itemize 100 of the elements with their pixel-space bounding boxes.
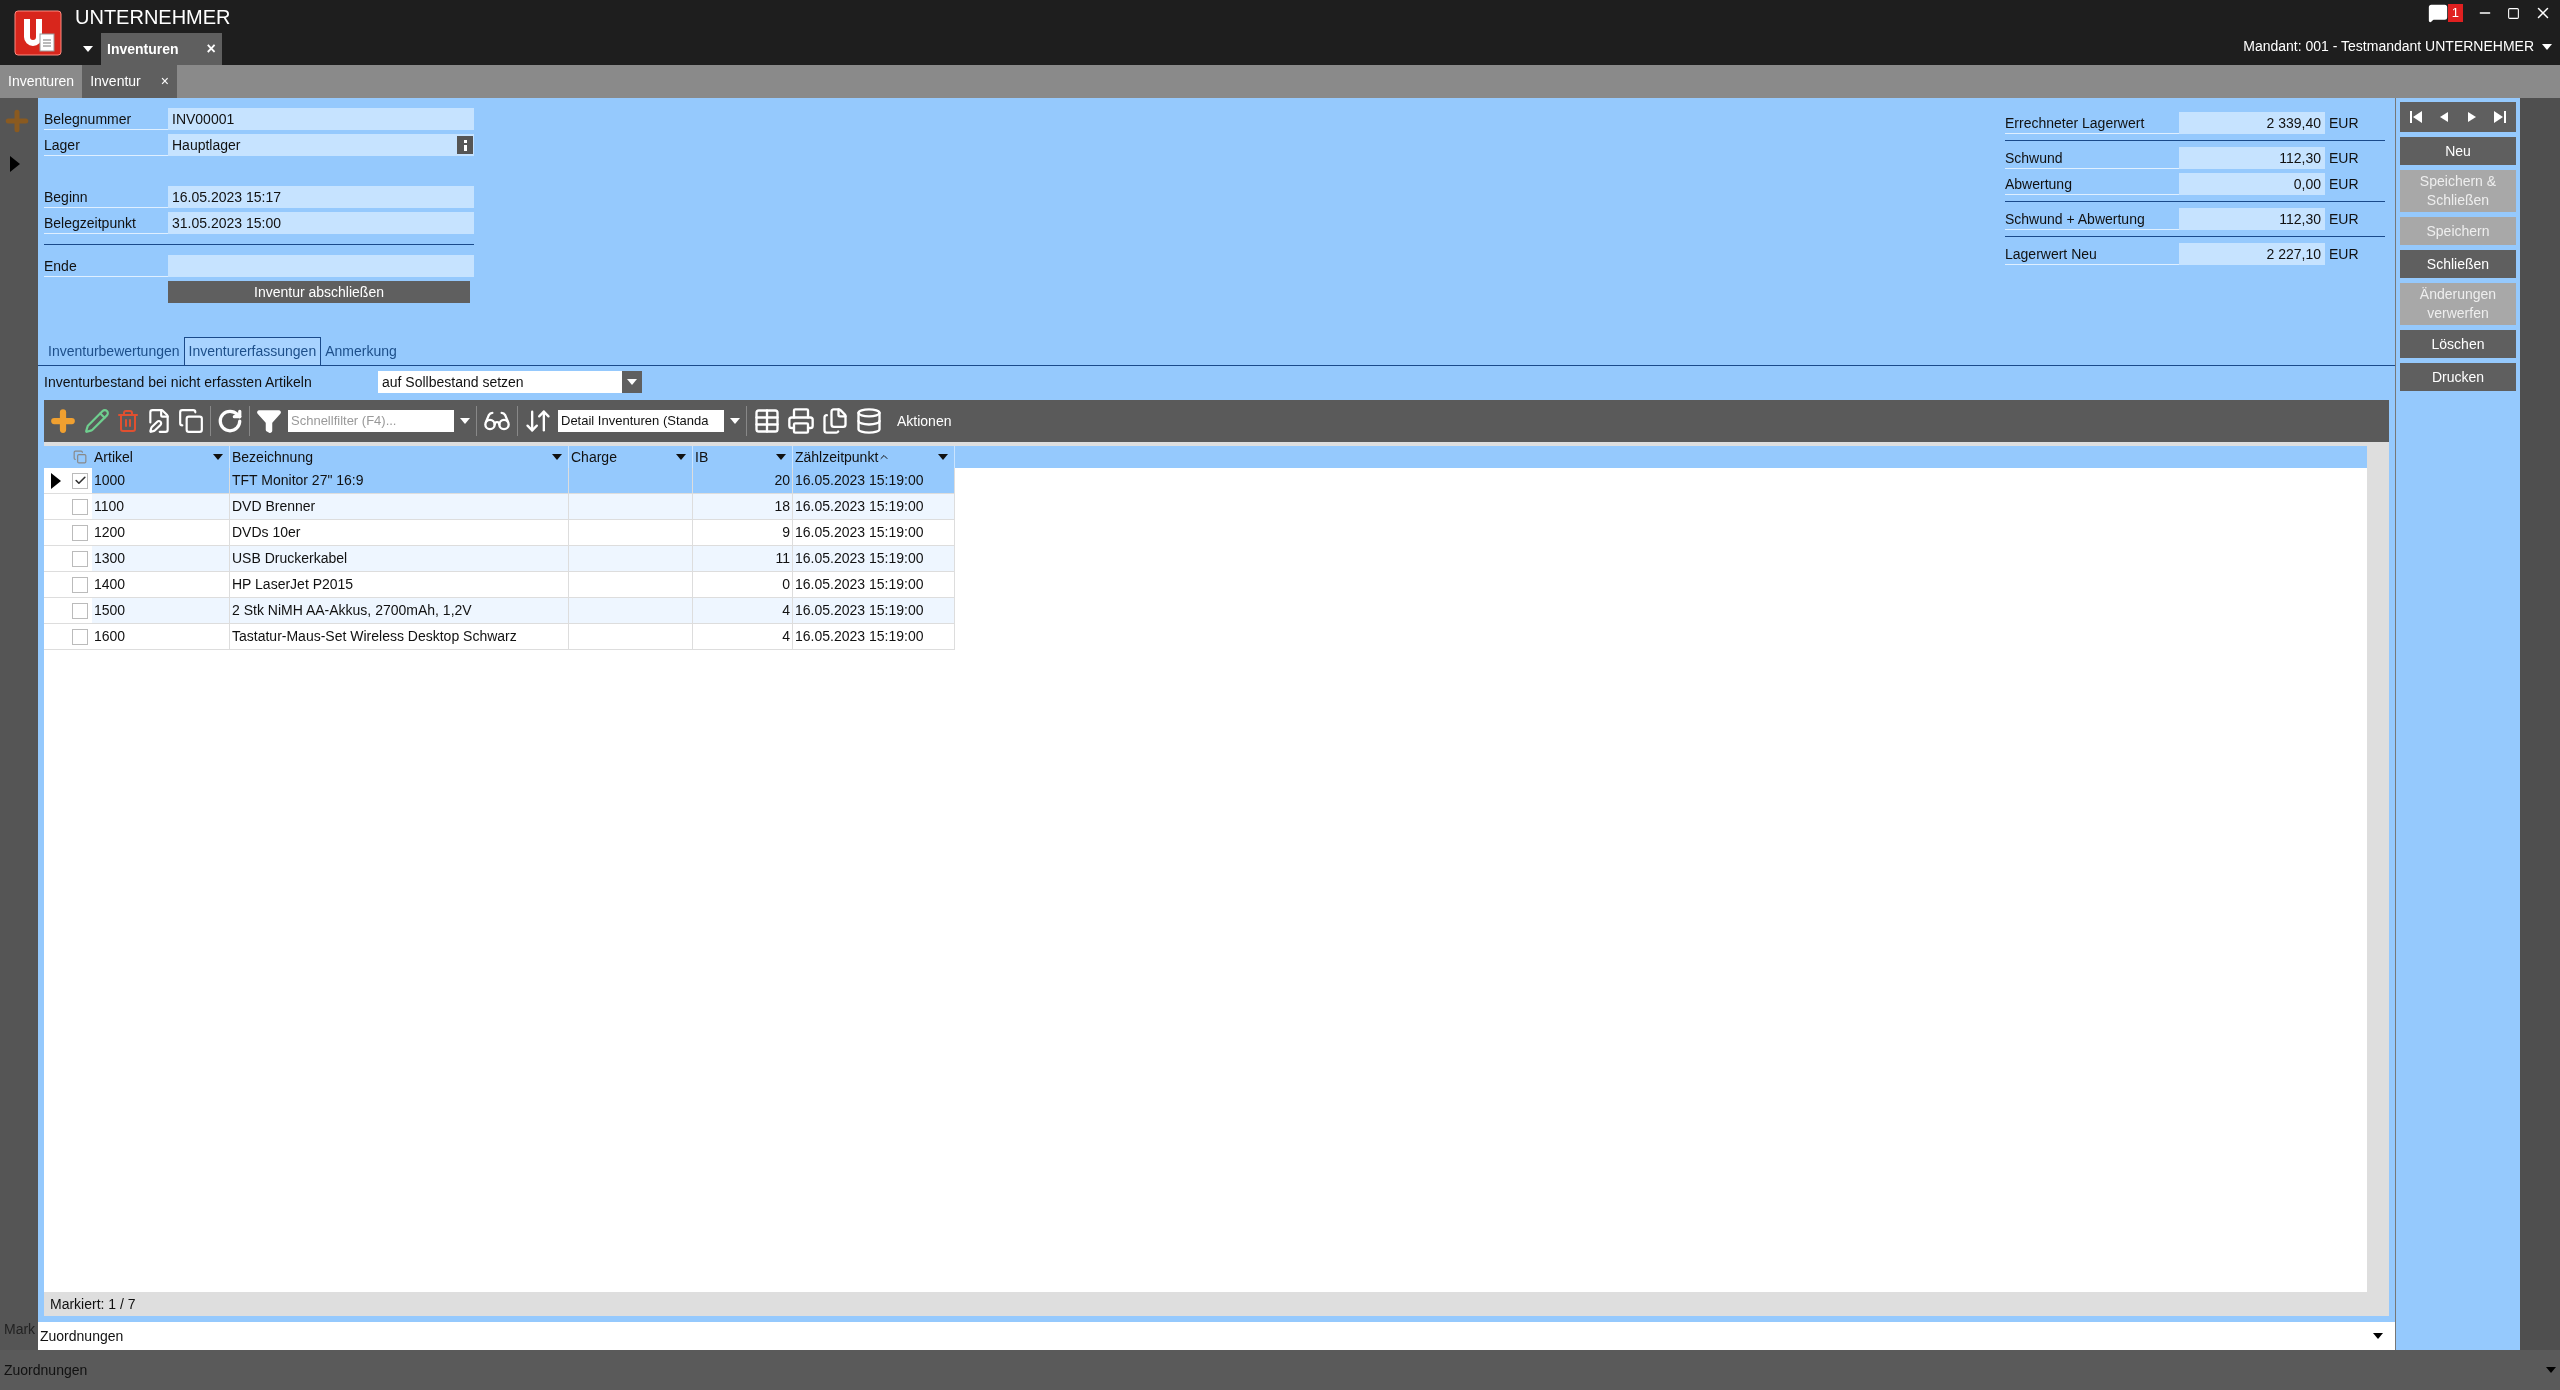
app-title: UNTERNEHMER [75,5,232,30]
form-field[interactable]: INV00001 [168,108,474,130]
app-logo [13,9,62,56]
table-cell-text: 9 [782,523,790,542]
table-cell-text: 1000 [94,471,126,490]
row-checkbox[interactable] [72,498,88,515]
table-cell-text: 1200 [94,523,126,542]
table-cell-text: 4 [782,601,790,620]
dropdown-icon [460,418,470,424]
row-pointer-icon [10,156,20,172]
table-row[interactable]: 1400 HP LaserJet P2015 0 16.05.2023 15:19:00 [44,572,955,598]
action-button[interactable]: Neu [2400,137,2516,165]
currency-label: EUR [2329,209,2359,229]
row-checkbox[interactable] [72,576,88,593]
row-checkbox[interactable] [72,628,88,645]
assignments-label: Zuordnungen [4,1360,88,1380]
table-row[interactable]: 1100 DVD Brenner 18 16.05.2023 15:19:00 [44,494,955,520]
tab[interactable]: Inventurerfassungen [183,337,322,365]
table-cell-text: 20 [774,471,790,490]
last-record-icon[interactable] [2492,109,2508,125]
table-cell-text: 16.05.2023 15:19:00 [795,523,924,542]
dropdown-icon [776,454,786,460]
table-row[interactable]: 1600 Tastatur-Maus-Set Wireless Desktop Schwarz 4 16.05.2023 15:19:00 [44,624,955,650]
database-icon[interactable] [855,407,883,435]
restore-icon[interactable] [2507,6,2520,20]
dropdown-icon [213,454,223,460]
table-cell-text: 1100 [94,497,125,516]
table-icon[interactable] [753,407,781,435]
table-cell-text: 18 [774,497,790,516]
dropdown-icon [2546,1367,2556,1373]
row-checkbox[interactable] [72,472,88,489]
table-cell-text: 1600 [94,627,126,646]
summary-value: 2 227,10 [2179,243,2325,265]
table-cell-text: 2 Stk NiMH AA-Akkus, 2700mAh, 1,2V [232,601,472,620]
table-cell-text: 11 [775,549,790,568]
row-checkbox[interactable] [72,524,88,541]
summary-value: 2 339,40 [2179,112,2325,134]
dropdown-icon [552,454,562,460]
add-icon[interactable] [48,406,78,436]
table-cell-text: 1300 [94,549,126,568]
tab[interactable]: Inventurbewertungen [44,337,184,365]
document-tab[interactable]: Inventur × [82,65,177,98]
table-row[interactable]: 1500 2 Stk NiMH AA-Akkus, 2700mAh, 1,2V 4 16.05.2023 15:19:00 [44,598,955,624]
currency-label: EUR [2329,174,2359,194]
row-checkbox[interactable] [72,602,88,619]
notification-badge: 1 [2447,4,2463,22]
form-field[interactable] [168,255,474,277]
tab[interactable]: Anmerkung [321,337,401,365]
action-button[interactable]: Schließen [2400,250,2516,278]
refresh-icon[interactable] [217,408,243,434]
table-cell-text: 16.05.2023 15:19:00 [795,471,924,490]
option-label: Inventurbestand bei nicht erfassten Artikeln [44,372,313,392]
copy-icon[interactable] [178,408,204,434]
assignments-select[interactable]: Zuordnungen [38,1322,2395,1350]
table-cell-text: 16.05.2023 15:19:00 [795,549,924,568]
row-checkbox[interactable] [72,550,88,567]
edit-document-icon[interactable] [146,408,172,434]
dropdown-icon [676,454,686,460]
mandant-label[interactable]: Mandant: 001 - Testmandant UNTERNEHMER [2243,36,2534,57]
action-button[interactable]: Löschen [2400,330,2516,358]
table-cell-text: 0 [782,575,790,594]
filter-icon[interactable] [256,408,282,434]
more-icon[interactable] [457,136,473,154]
table-cell-text: DVDs 10er [232,523,301,542]
dropdown-icon [938,454,948,460]
app-tab[interactable]: Inventuren × [101,33,222,65]
actions-menu[interactable]: Aktionen [897,410,952,432]
close-icon[interactable]: × [160,71,169,92]
finish-inventory-button[interactable]: Inventur abschließen [168,281,470,303]
form-field[interactable]: Hauptlager [168,134,474,156]
table-cell-text: DVD Brenner [232,497,316,516]
dropdown-icon [2542,43,2552,50]
status-text: Markiert: 1 / 7 [50,1294,136,1314]
currency-label: EUR [2329,244,2359,264]
summary-value: 0,00 [2179,173,2325,195]
form-field[interactable]: 31.05.2023 15:00 [168,212,474,234]
printer-icon[interactable] [787,407,815,435]
close-icon[interactable]: × [206,37,216,61]
first-record-icon[interactable] [2408,109,2424,125]
table-cell-text: 16.05.2023 15:19:00 [795,497,924,516]
table-cell-text: HP LaserJet P2015 [232,575,354,594]
dropdown-icon [2373,1333,2383,1339]
table-cell-text: 1500 [94,601,126,620]
summary-value: 112,30 [2179,147,2325,169]
table-cell-text: USB Druckerkabel [232,549,348,568]
table-cell-text: Tastatur-Maus-Set Wireless Desktop Schwarz [232,627,517,646]
table-row[interactable]: 1000 TFT Monitor 27" 16:9 20 16.05.2023 15:19:00 [44,468,955,494]
currency-label: EUR [2329,113,2359,133]
pencil-icon[interactable] [84,408,110,434]
form-field[interactable]: 16.05.2023 15:17 [168,186,474,208]
summary-value: 112,30 [2179,208,2325,230]
action-button[interactable]: Drucken [2400,363,2516,391]
stock-option-select[interactable]: auf Sollbestand setzen [378,371,642,393]
table-row[interactable]: 1200 DVDs 10er 9 16.05.2023 15:19:00 [44,520,955,546]
documents-icon[interactable] [821,407,849,435]
table-row[interactable]: 1300 USB Druckerkabel 11 16.05.2023 15:19:00 [44,546,955,572]
message-icon[interactable] [2427,3,2448,23]
dropdown-icon [730,418,740,424]
dropdown-icon [627,379,637,385]
layout-select[interactable]: Detail Inventuren (Standa [558,410,724,432]
